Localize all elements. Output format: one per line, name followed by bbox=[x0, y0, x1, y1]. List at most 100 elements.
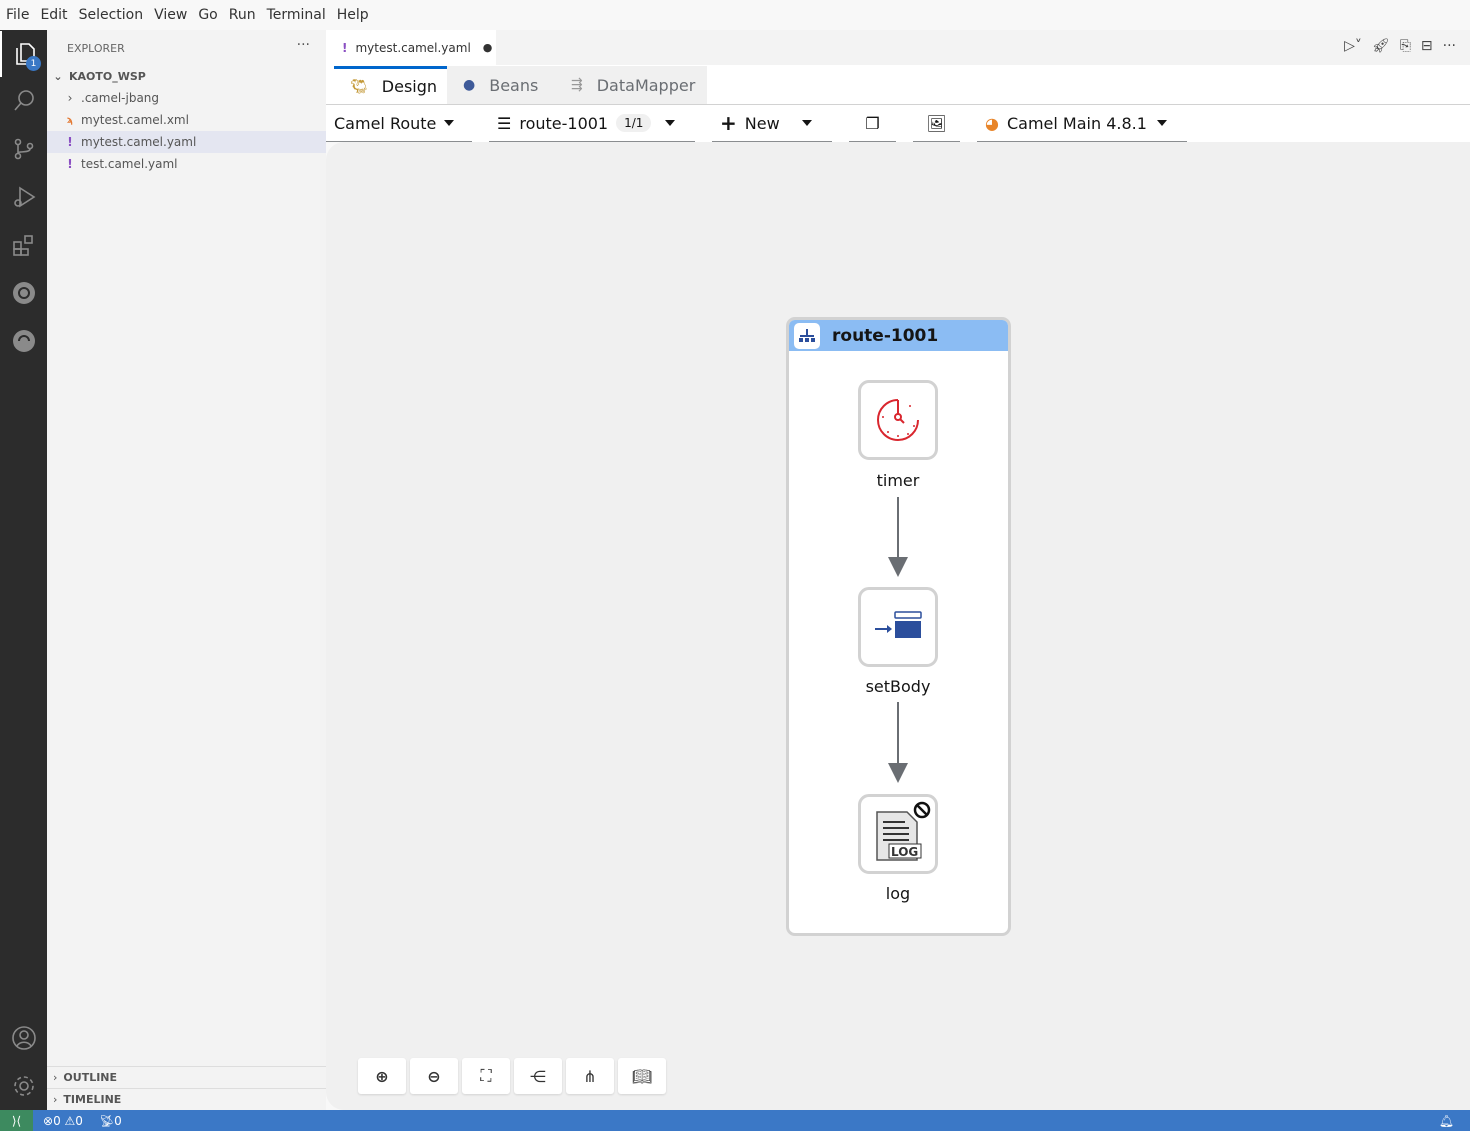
menu-run[interactable]: Run bbox=[229, 7, 256, 23]
plus-icon: + bbox=[720, 111, 737, 135]
rocket-icon[interactable]: 🚀︎ bbox=[1372, 38, 1390, 54]
tab-design[interactable]: 🐫︎ Design bbox=[334, 66, 447, 104]
copy-button[interactable]: ❐ bbox=[849, 105, 896, 142]
camel-icon: 🐫︎ bbox=[350, 78, 368, 95]
tab-label: DataMapper bbox=[596, 75, 696, 95]
timeline-pane[interactable]: › TIMELINE bbox=[47, 1088, 326, 1110]
menu-edit[interactable]: Edit bbox=[40, 7, 67, 23]
editor-actions: ▷˅ 🚀︎ ⎘ ⊟ ··· bbox=[1344, 38, 1456, 54]
design-toolbar: Camel Route ☰ route-1001 1/1 + New ❐ 🖼︎ ◕ Ca… bbox=[326, 105, 1470, 142]
camel-runtime-icon: ◕ bbox=[985, 113, 999, 133]
horizontal-layout-icon: ⋲ bbox=[530, 1066, 546, 1086]
legend-button[interactable]: 📖︎ bbox=[618, 1058, 666, 1094]
timer-label: timer bbox=[876, 471, 920, 490]
tab-beans[interactable]: ● Beans bbox=[447, 66, 559, 104]
tree-item-camel-jbang[interactable]: › .camel-jbang bbox=[47, 87, 326, 109]
account-icon[interactable] bbox=[0, 1015, 47, 1061]
error-count: 0 bbox=[53, 1113, 61, 1128]
open-source-icon[interactable]: ⎘ bbox=[1400, 38, 1411, 54]
search-icon[interactable] bbox=[0, 78, 47, 124]
zoom-in-button[interactable]: ⊕ bbox=[358, 1058, 406, 1094]
route-title: route-1001 bbox=[832, 325, 939, 346]
menu-help[interactable]: Help bbox=[337, 7, 369, 23]
notifications-bell-icon[interactable]: 🔔︎ bbox=[1439, 1114, 1454, 1128]
more-actions-icon[interactable]: ··· bbox=[297, 37, 310, 53]
copy-icon: ❐ bbox=[865, 113, 880, 133]
outline-pane[interactable]: › OUTLINE bbox=[47, 1066, 326, 1088]
new-route-button[interactable]: + New bbox=[712, 105, 832, 142]
export-image-button[interactable]: 🖼︎ bbox=[913, 105, 960, 142]
editor-tab-mytest-yaml[interactable]: ! mytest.camel.yaml ● bbox=[326, 30, 496, 65]
yaml-icon: ! bbox=[67, 135, 73, 149]
tab-label: Beans bbox=[489, 75, 539, 95]
broadcast-icon: 📡︎ bbox=[98, 1113, 115, 1128]
menu-view[interactable]: View bbox=[154, 7, 187, 23]
runtime-value: Camel Main 4.8.1 bbox=[1006, 113, 1147, 133]
menu-bar: File Edit Selection View Go Run Terminal… bbox=[0, 0, 1470, 30]
edge-setbody-log bbox=[897, 702, 899, 764]
remote-icon[interactable]: ⟩⟨ bbox=[0, 1110, 33, 1131]
run-flow-icon[interactable]: ▷˅ bbox=[1344, 38, 1362, 54]
route-select[interactable]: ☰ route-1001 1/1 bbox=[489, 105, 695, 142]
unsaved-dot-icon[interactable]: ● bbox=[483, 41, 493, 54]
setbody-label: setBody bbox=[865, 677, 931, 696]
new-label: New bbox=[744, 113, 780, 133]
run-debug-icon[interactable] bbox=[0, 174, 47, 220]
timeline-label: TIMELINE bbox=[63, 1093, 122, 1106]
horizontal-layout-button[interactable]: ⋲ bbox=[514, 1058, 562, 1094]
editor-tab-label: mytest.camel.yaml bbox=[355, 40, 471, 55]
outline-label: OUTLINE bbox=[63, 1071, 118, 1084]
ports[interactable]: 📡︎0 bbox=[99, 1114, 122, 1128]
tree-item-mytest-yaml[interactable]: ! mytest.camel.yaml bbox=[47, 131, 326, 153]
errors-warnings[interactable]: ⊗0 ⚠0 bbox=[43, 1114, 83, 1128]
arrowhead-icon bbox=[888, 763, 908, 783]
chevron-down-icon: ⌄ bbox=[53, 69, 63, 83]
kaoto-tabs: 🐫︎ Design ● Beans ⇶ DataMapper bbox=[326, 65, 1470, 105]
vertical-layout-icon: ⋔ bbox=[583, 1066, 597, 1086]
flow-type-select[interactable]: Camel Route bbox=[326, 105, 472, 142]
fit-view-button[interactable]: ⛶ bbox=[462, 1058, 510, 1094]
warning-count: 0 bbox=[75, 1113, 83, 1128]
error-icon: ⊗ bbox=[43, 1113, 54, 1128]
menu-selection[interactable]: Selection bbox=[79, 7, 144, 23]
tree-item-label: mytest.camel.yaml bbox=[81, 135, 197, 149]
vertical-layout-button[interactable]: ⋔ bbox=[566, 1058, 614, 1094]
svg-text:LOG: LOG bbox=[891, 845, 918, 859]
settings-gear-icon[interactable] bbox=[0, 1063, 47, 1109]
route-header[interactable]: route-1001 bbox=[789, 320, 1008, 351]
kubernetes-icon[interactable] bbox=[0, 270, 47, 316]
kaoto-icon[interactable] bbox=[0, 318, 47, 364]
tree-item-test-yaml[interactable]: ! test.camel.yaml bbox=[47, 153, 326, 175]
more-icon[interactable]: ··· bbox=[1443, 38, 1456, 54]
zoom-out-button[interactable]: ⊖ bbox=[410, 1058, 458, 1094]
book-icon: 📖︎ bbox=[631, 1066, 653, 1086]
tab-datamapper[interactable]: ⇶ DataMapper bbox=[559, 66, 707, 104]
ports-count: 0 bbox=[114, 1113, 122, 1128]
menu-file[interactable]: File bbox=[6, 7, 29, 23]
extensions-icon[interactable] bbox=[0, 222, 47, 268]
timer-node[interactable] bbox=[858, 380, 938, 460]
setbody-icon bbox=[875, 611, 922, 638]
chevron-right-icon: › bbox=[67, 91, 73, 105]
menu-terminal[interactable]: Terminal bbox=[267, 7, 326, 23]
caret-down-icon bbox=[665, 120, 675, 126]
edge-timer-setbody bbox=[897, 497, 899, 557]
caret-down-icon bbox=[444, 120, 454, 126]
tree-item-mytest-xml[interactable]: ϡ mytest.camel.xml bbox=[47, 109, 326, 131]
list-icon: ☰ bbox=[497, 113, 512, 133]
menu-go[interactable]: Go bbox=[198, 7, 217, 23]
route-icon bbox=[794, 322, 820, 349]
setbody-node[interactable] bbox=[858, 587, 938, 667]
source-control-icon[interactable] bbox=[0, 126, 47, 172]
tab-label: Design bbox=[381, 77, 438, 96]
caret-down-icon bbox=[1157, 120, 1167, 126]
editor-tab-bar: ! mytest.camel.yaml ● ▷˅ 🚀︎ ⎘ ⊟ ··· bbox=[326, 30, 1470, 65]
split-editor-icon[interactable]: ⊟ bbox=[1421, 38, 1433, 54]
runtime-select[interactable]: ◕ Camel Main 4.8.1 bbox=[977, 105, 1187, 142]
explorer-icon[interactable]: 1 bbox=[0, 31, 47, 77]
workspace-folder[interactable]: ⌄ KAOTO_WSP bbox=[47, 65, 326, 87]
tree-item-label: test.camel.yaml bbox=[81, 157, 178, 171]
image-icon: 🖼︎ bbox=[926, 113, 947, 133]
rss-icon: ϡ bbox=[66, 114, 74, 126]
log-node[interactable]: LOG bbox=[858, 794, 938, 874]
